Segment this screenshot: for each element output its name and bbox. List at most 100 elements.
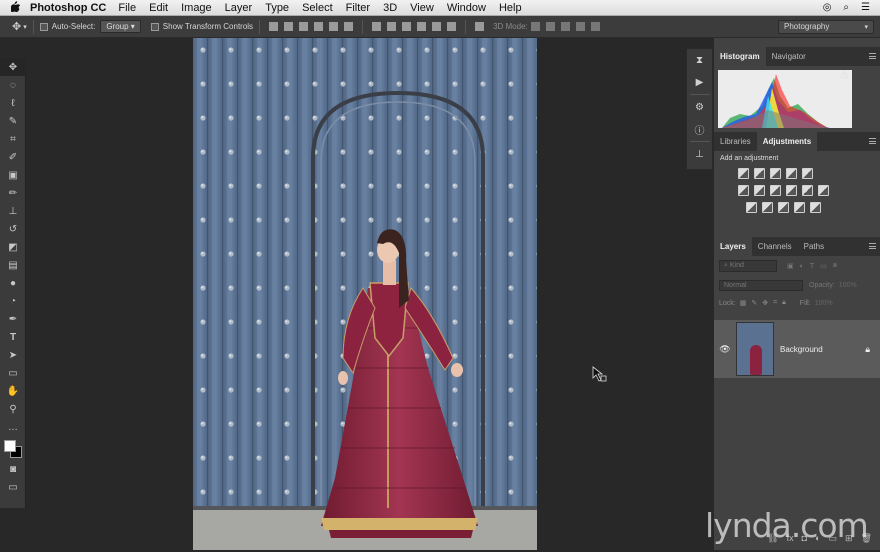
distribute-right-icon[interactable]	[447, 22, 457, 31]
menu-edit[interactable]: Edit	[149, 2, 168, 14]
distribute-top-icon[interactable]	[372, 22, 382, 31]
eraser-tool-icon[interactable]: ◩	[0, 238, 26, 256]
tool-presets-panel-icon[interactable]: ⊥	[687, 143, 712, 165]
brightness-contrast-icon[interactable]	[738, 168, 749, 179]
opacity-field[interactable]: 100%	[839, 282, 857, 289]
menu-file[interactable]: File	[118, 2, 136, 14]
black-white-icon[interactable]	[770, 185, 781, 196]
filter-adjustment-icon[interactable]: ◐	[800, 263, 804, 270]
align-left-icon[interactable]	[314, 22, 324, 31]
spotlight-search-icon[interactable]: ⌕	[843, 2, 849, 13]
lock-transparent-icon[interactable]: ▦	[740, 299, 747, 307]
lock-position-icon[interactable]: ✥	[762, 299, 768, 307]
history-brush-tool-icon[interactable]: ↺	[0, 220, 26, 238]
menu-3d[interactable]: 3D	[383, 2, 397, 14]
rectangle-tool-icon[interactable]: ▭	[0, 364, 26, 382]
eye-visibility-icon[interactable]: 👁︎	[714, 344, 736, 355]
hue-saturation-icon[interactable]	[738, 185, 749, 196]
menu-layer[interactable]: Layer	[225, 2, 253, 14]
fill-field[interactable]: 100%	[815, 300, 833, 307]
chevron-down-icon[interactable]: ▾	[23, 23, 27, 31]
crop-tool-icon[interactable]: ⌗	[0, 130, 26, 148]
menu-window[interactable]: Window	[447, 2, 486, 14]
filter-pixel-icon[interactable]: ▣	[787, 262, 794, 270]
distribute-vertical-center-icon[interactable]	[387, 22, 397, 31]
quick-mask-icon[interactable]: ◙	[0, 460, 26, 478]
tab-layers[interactable]: Layers	[714, 237, 752, 256]
foreground-color-swatch[interactable]	[4, 440, 16, 452]
threshold-icon[interactable]	[778, 202, 789, 213]
invert-icon[interactable]	[746, 202, 757, 213]
menu-filter[interactable]: Filter	[346, 2, 370, 14]
auto-select-dropdown[interactable]: Group ▾	[100, 20, 141, 33]
vibrance-icon[interactable]	[802, 168, 813, 179]
distribute-horizontal-center-icon[interactable]	[432, 22, 442, 31]
workspace-switcher[interactable]: Photography ▾	[778, 19, 874, 34]
3d-slide-icon[interactable]	[575, 22, 585, 31]
align-vertical-center-icon[interactable]	[284, 22, 294, 31]
align-top-icon[interactable]	[269, 22, 279, 31]
panel-menu-icon[interactable]	[869, 53, 876, 59]
selective-color-icon[interactable]	[794, 202, 805, 213]
blur-tool-icon[interactable]: ●	[0, 274, 26, 292]
history-panel-icon[interactable]: ⧗	[687, 49, 712, 71]
menu-image[interactable]: Image	[181, 2, 212, 14]
tab-navigator[interactable]: Navigator	[766, 47, 812, 66]
eyedropper-tool-icon[interactable]: ✐	[0, 148, 26, 166]
3d-roll-icon[interactable]	[545, 22, 555, 31]
creative-cloud-icon[interactable]: ◎	[823, 2, 832, 13]
filter-type-icon[interactable]: T	[810, 263, 814, 270]
color-lookup-icon[interactable]	[818, 185, 829, 196]
hand-tool-icon[interactable]: ✋	[0, 382, 26, 400]
more-tools-icon[interactable]: …	[0, 418, 26, 436]
lock-all-icon[interactable]: 🔒︎	[782, 299, 786, 307]
blend-mode-dropdown[interactable]: Normal	[719, 279, 803, 291]
auto-select-checkbox[interactable]	[39, 22, 48, 31]
properties-panel-icon[interactable]: ⚙	[687, 96, 712, 118]
tab-channels[interactable]: Channels	[752, 237, 798, 256]
color-swatches[interactable]	[0, 436, 26, 460]
app-menu[interactable]: Photoshop CC	[30, 2, 106, 14]
lock-artboard-icon[interactable]: ⌗	[773, 299, 777, 307]
screen-mode-icon[interactable]: ▭	[0, 478, 26, 496]
channel-mixer-icon[interactable]	[802, 185, 813, 196]
tab-adjustments[interactable]: Adjustments	[756, 132, 818, 151]
apple-menu-icon[interactable]	[0, 0, 30, 15]
panel-menu-icon[interactable]	[869, 138, 876, 144]
3d-drag-icon[interactable]	[560, 22, 570, 31]
curves-icon[interactable]	[770, 168, 781, 179]
warning-triangle-icon[interactable]: ⚠	[840, 70, 849, 81]
filter-shape-icon[interactable]: ▭	[820, 262, 827, 270]
color-balance-icon[interactable]	[754, 185, 765, 196]
pen-tool-icon[interactable]: ✒	[0, 310, 26, 328]
posterize-icon[interactable]	[762, 202, 773, 213]
move-tool-preset-icon[interactable]: ✥	[12, 20, 21, 33]
layer-row[interactable]: 👁︎ Background 🔒︎	[714, 320, 880, 378]
align-right-icon[interactable]	[344, 22, 354, 31]
gradient-tool-icon[interactable]: ▤	[0, 256, 26, 274]
auto-align-layers-icon[interactable]	[475, 22, 485, 31]
menu-type[interactable]: Type	[265, 2, 289, 14]
move-tool-icon[interactable]: ✥	[0, 58, 26, 76]
menu-help[interactable]: Help	[499, 2, 522, 14]
distribute-bottom-icon[interactable]	[402, 22, 412, 31]
document-canvas[interactable]	[193, 38, 537, 550]
align-horizontal-center-icon[interactable]	[329, 22, 339, 31]
info-panel-icon[interactable]: ⓘ	[687, 118, 712, 140]
menu-view[interactable]: View	[410, 2, 434, 14]
marquee-tool-icon[interactable]: ◌	[0, 76, 26, 94]
3d-orbit-icon[interactable]	[530, 22, 540, 31]
filter-smart-object-icon[interactable]: ⧈	[833, 262, 837, 270]
menu-select[interactable]: Select	[302, 2, 333, 14]
notification-list-icon[interactable]: ☰	[861, 2, 870, 13]
transform-controls-checkbox[interactable]	[150, 22, 159, 31]
dodge-tool-icon[interactable]: ◔	[0, 292, 26, 310]
distribute-left-icon[interactable]	[417, 22, 427, 31]
photo-filter-icon[interactable]	[786, 185, 797, 196]
lasso-tool-icon[interactable]: ℓ	[0, 94, 26, 112]
healing-brush-tool-icon[interactable]: ▣	[0, 166, 26, 184]
tab-paths[interactable]: Paths	[798, 237, 830, 256]
brush-tool-icon[interactable]: ✏	[0, 184, 26, 202]
actions-panel-icon[interactable]: ▶	[687, 71, 712, 93]
quick-select-tool-icon[interactable]: ✎	[0, 112, 26, 130]
